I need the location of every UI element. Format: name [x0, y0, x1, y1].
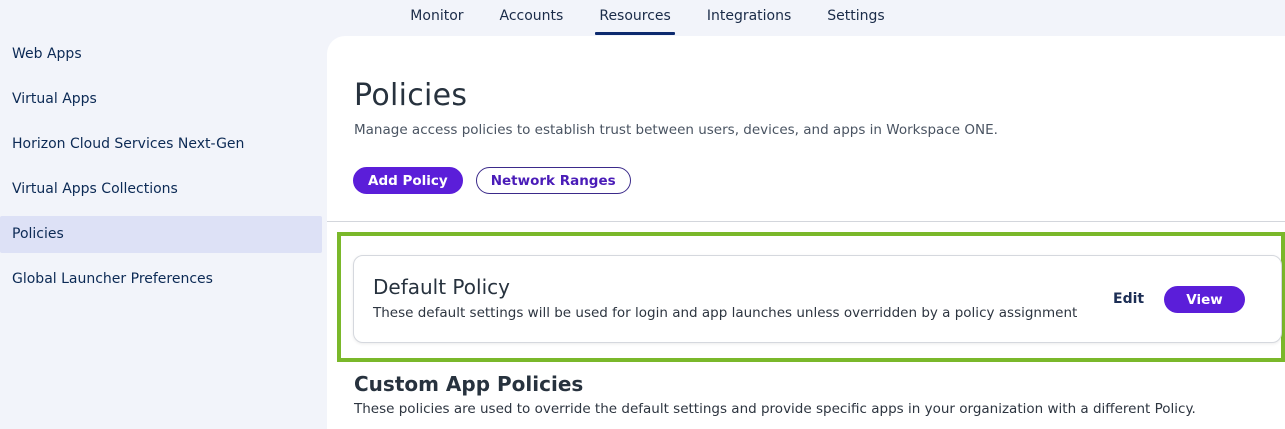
network-ranges-button[interactable]: Network Ranges [475, 167, 631, 194]
sidebar-item-virtual-apps-collections[interactable]: Virtual Apps Collections [0, 171, 322, 208]
edit-policy-link[interactable]: Edit [1113, 291, 1144, 307]
page-description: Manage access policies to establish trus… [354, 122, 998, 138]
sidebar-item-virtual-apps[interactable]: Virtual Apps [0, 81, 322, 118]
add-policy-button[interactable]: Add Policy [353, 167, 463, 194]
top-nav-tabs: Monitor Accounts Resources Integrations … [392, 0, 902, 36]
sidebar-item-horizon-cloud[interactable]: Horizon Cloud Services Next-Gen [0, 126, 322, 163]
tab-accounts[interactable]: Accounts [482, 0, 582, 36]
sidebar-item-global-launcher-preferences[interactable]: Global Launcher Preferences [0, 261, 322, 298]
default-policy-card: Default Policy These default settings wi… [353, 255, 1282, 343]
custom-policies-title: Custom App Policies [354, 372, 584, 396]
sidebar-item-policies[interactable]: Policies [0, 216, 322, 253]
view-policy-button[interactable]: View [1164, 286, 1245, 313]
default-policy-title: Default Policy [373, 275, 510, 299]
divider [327, 221, 1285, 222]
custom-policies-description: These policies are used to override the … [354, 401, 1196, 417]
tab-monitor[interactable]: Monitor [392, 0, 481, 36]
top-navigation: Monitor Accounts Resources Integrations … [0, 0, 1285, 36]
tab-settings[interactable]: Settings [809, 0, 902, 36]
action-buttons: Add Policy Network Ranges [353, 167, 631, 194]
main-panel: Policies Manage access policies to estab… [327, 36, 1285, 429]
page-title: Policies [354, 78, 468, 113]
tab-integrations[interactable]: Integrations [689, 0, 809, 36]
sidebar-item-web-apps[interactable]: Web Apps [0, 36, 322, 73]
default-policy-description: These default settings will be used for … [373, 305, 1078, 321]
tab-resources[interactable]: Resources [581, 0, 689, 36]
sidebar: Web Apps Virtual Apps Horizon Cloud Serv… [0, 36, 326, 306]
